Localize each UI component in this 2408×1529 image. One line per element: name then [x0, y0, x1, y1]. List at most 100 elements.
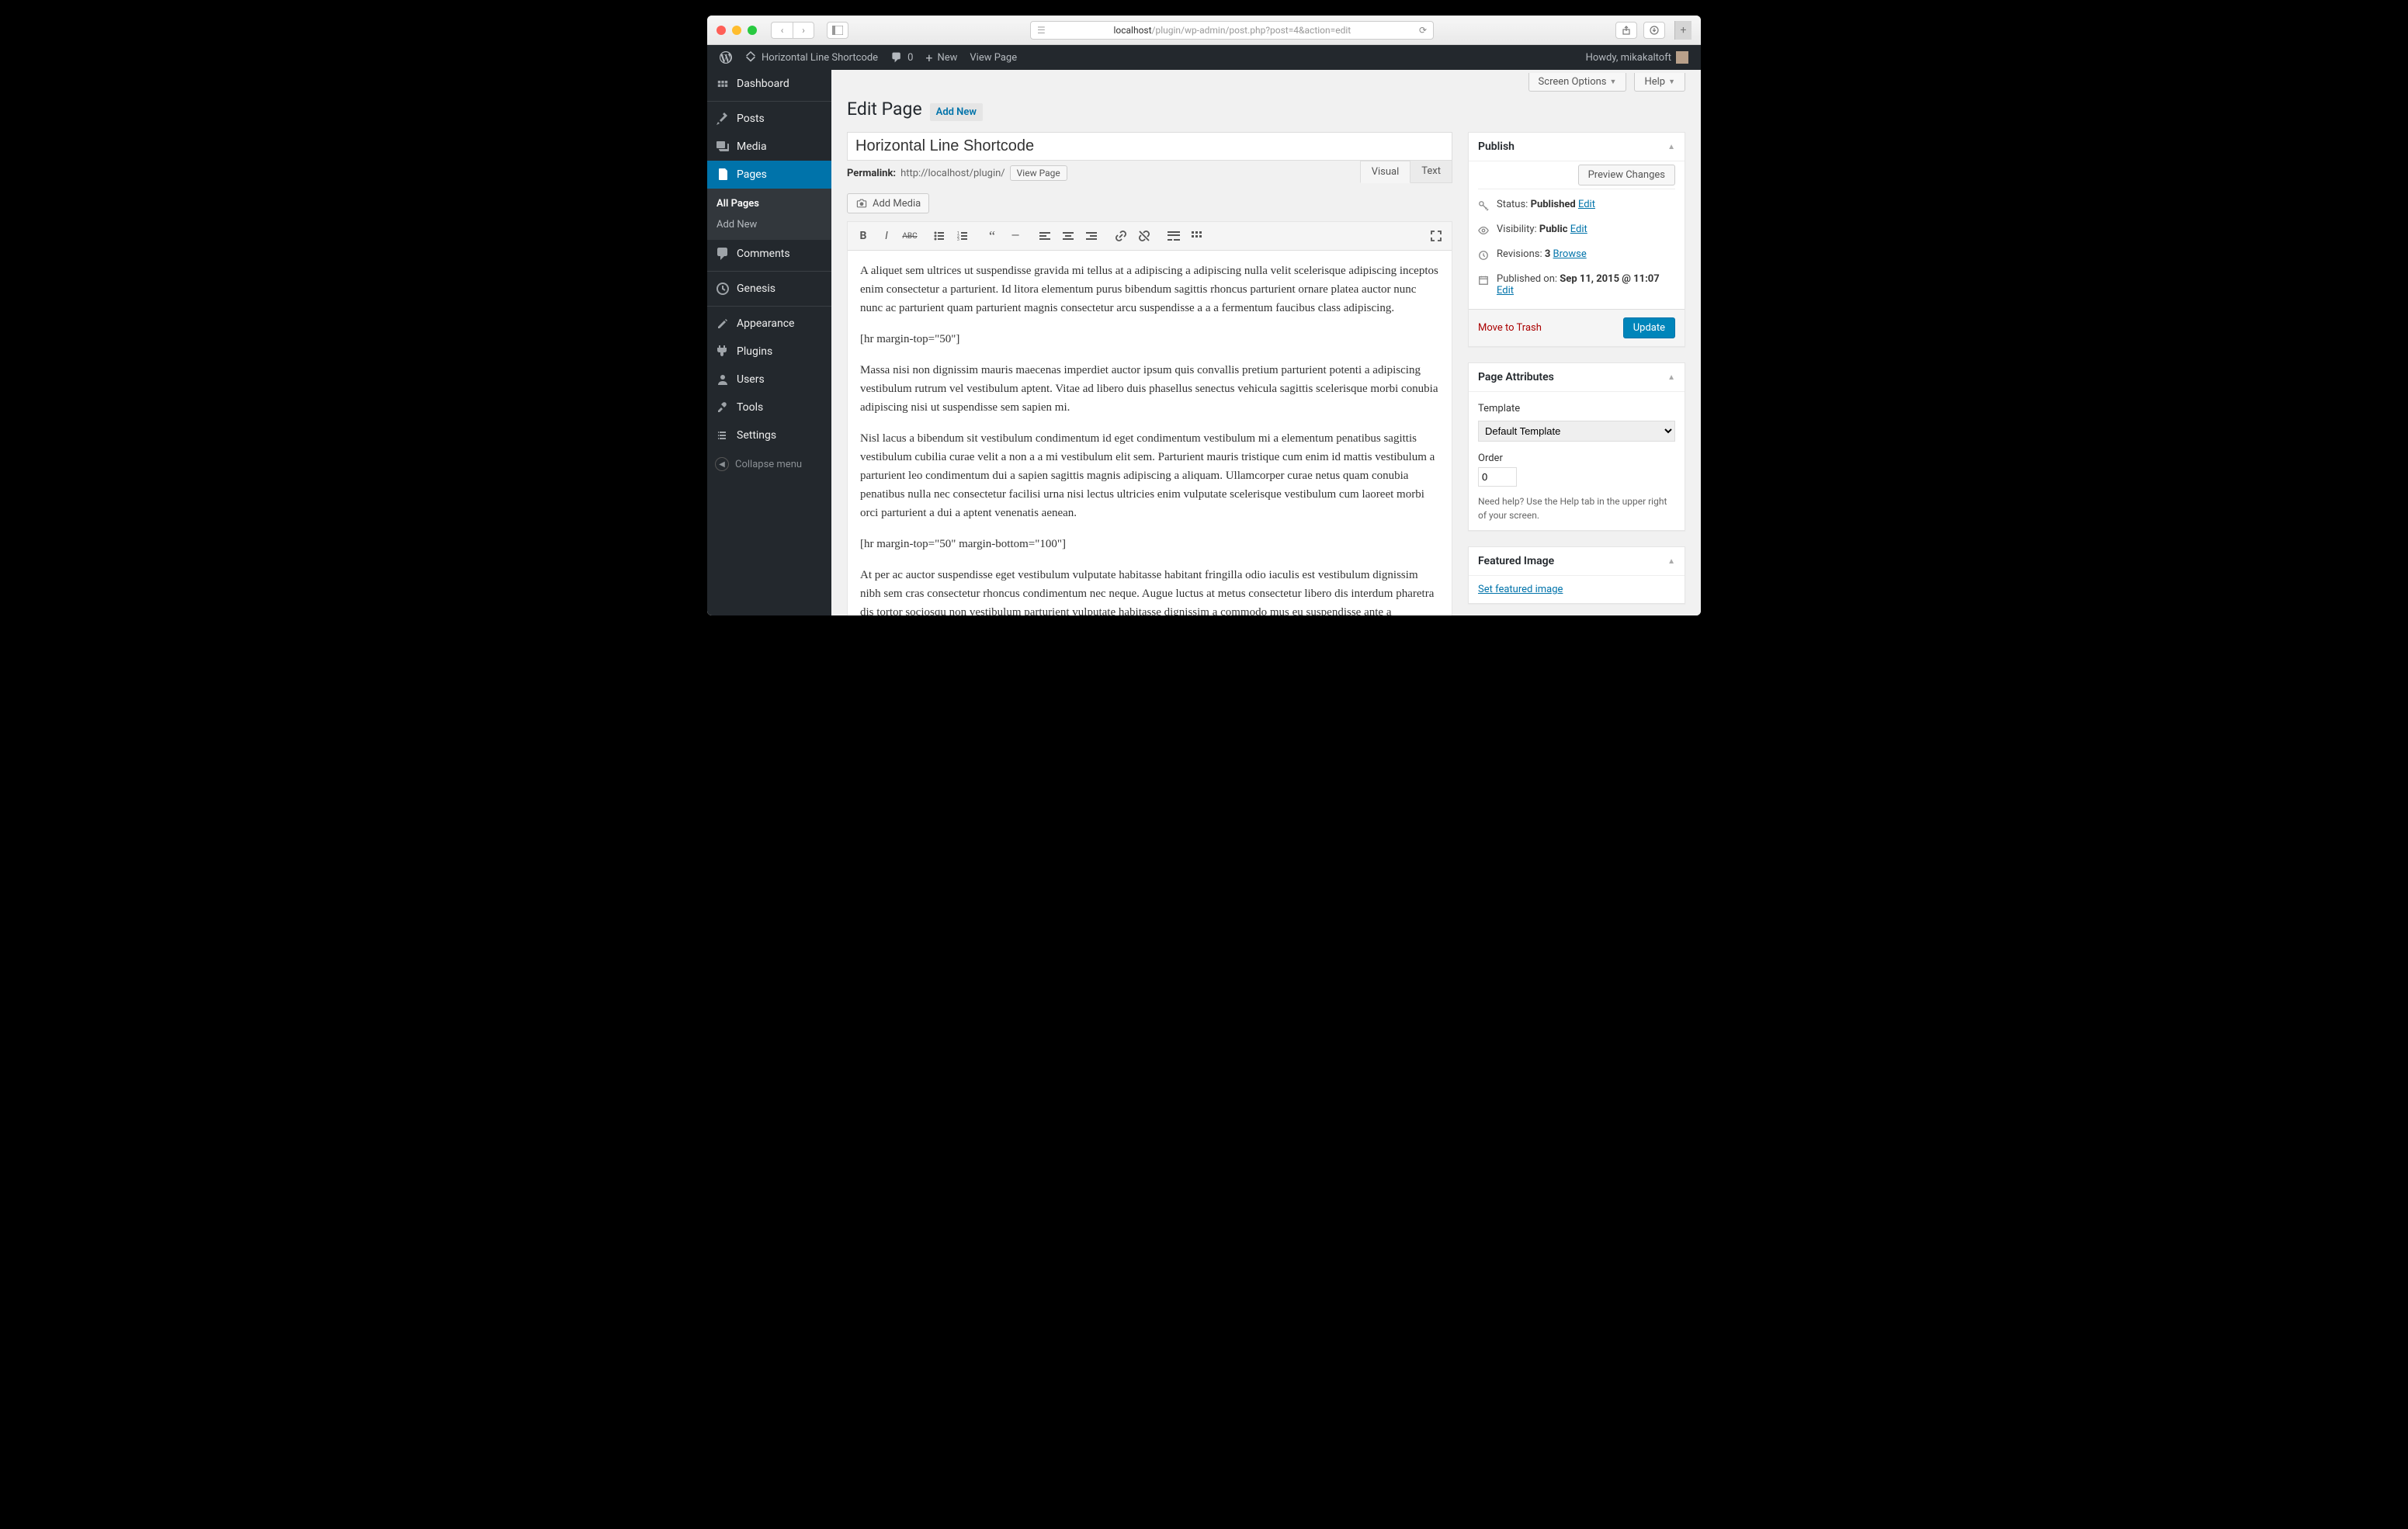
- browser-sidebar-toggle[interactable]: [827, 22, 848, 39]
- edit-status-link[interactable]: Edit: [1578, 199, 1595, 210]
- align-center-button[interactable]: [1057, 225, 1079, 247]
- editor-content[interactable]: A aliquet sem ultrices ut suspendisse gr…: [848, 251, 1452, 615]
- wp-logo[interactable]: [713, 45, 738, 70]
- new-content-link[interactable]: + New: [919, 45, 963, 70]
- camera-icon: [855, 197, 868, 210]
- wp-adminbar: Horizontal Line Shortcode 0 + New View P…: [707, 45, 1701, 70]
- menu-genesis[interactable]: Genesis: [707, 271, 831, 303]
- template-select[interactable]: Default Template: [1478, 421, 1675, 442]
- menu-label: Appearance: [737, 317, 794, 330]
- share-icon[interactable]: [1615, 22, 1637, 39]
- toolbar-toggle-button[interactable]: [1186, 225, 1208, 247]
- browse-revisions-link[interactable]: Browse: [1553, 248, 1587, 260]
- screen-options-toggle[interactable]: Screen Options▼: [1528, 73, 1627, 92]
- toggle-icon[interactable]: ▲: [1667, 557, 1675, 566]
- hr-button[interactable]: —: [1004, 225, 1026, 247]
- site-name-link[interactable]: Horizontal Line Shortcode: [738, 45, 884, 70]
- page-attributes-box: Page Attributes ▲ Template Default Templ…: [1468, 362, 1685, 531]
- tools-icon: [715, 400, 730, 415]
- set-featured-image-link[interactable]: Set featured image: [1478, 584, 1563, 595]
- avatar: [1676, 51, 1688, 64]
- more-button[interactable]: [1163, 225, 1185, 247]
- menu-comments[interactable]: Comments: [707, 240, 831, 268]
- browser-back[interactable]: ‹: [771, 22, 793, 39]
- ul-button[interactable]: [928, 225, 950, 247]
- unlink-button[interactable]: [1133, 225, 1155, 247]
- menu-media[interactable]: Media: [707, 133, 831, 161]
- editor-toolbar: B I ABC 123 “ —: [848, 222, 1452, 251]
- edit-date-link[interactable]: Edit: [1497, 285, 1514, 296]
- toggle-icon[interactable]: ▲: [1667, 373, 1675, 382]
- downloads-icon[interactable]: [1643, 22, 1665, 39]
- visual-tab[interactable]: Visual: [1360, 161, 1411, 183]
- menu-appearance[interactable]: Appearance: [707, 306, 831, 338]
- permalink-url: http://localhost/plugin/: [900, 168, 1005, 179]
- menu-plugins[interactable]: Plugins: [707, 338, 831, 366]
- edit-visibility-link[interactable]: Edit: [1570, 224, 1587, 235]
- add-new-page-button[interactable]: Add New: [930, 103, 983, 121]
- ol-button[interactable]: 123: [952, 225, 973, 247]
- collapse-icon: ◀: [715, 457, 729, 471]
- dashboard-icon: [715, 76, 730, 92]
- submenu-all-pages[interactable]: All Pages: [707, 193, 831, 214]
- link-button[interactable]: [1110, 225, 1132, 247]
- reader-icon[interactable]: ☰: [1037, 25, 1046, 36]
- strike-button[interactable]: ABC: [899, 225, 921, 247]
- post-title-input[interactable]: [847, 132, 1452, 161]
- menu-dashboard[interactable]: Dashboard: [707, 70, 831, 98]
- view-page-link[interactable]: View Page: [963, 45, 1023, 70]
- toggle-icon[interactable]: ▲: [1667, 143, 1675, 151]
- align-right-button[interactable]: [1081, 225, 1102, 247]
- media-icon: [715, 139, 730, 154]
- my-account[interactable]: Howdy, mikakaltoft: [1580, 45, 1695, 70]
- browser-forward[interactable]: ›: [793, 22, 814, 39]
- collapse-menu[interactable]: ◀ Collapse menu: [707, 449, 831, 479]
- comments-link[interactable]: 0: [884, 45, 919, 70]
- update-button[interactable]: Update: [1623, 317, 1675, 338]
- featured-title: Featured Image: [1478, 555, 1554, 567]
- window-close[interactable]: [717, 26, 726, 35]
- browser-url-bar[interactable]: ☰ localhost/plugin/wp-admin/post.php?pos…: [1030, 21, 1434, 40]
- italic-button[interactable]: I: [876, 225, 897, 247]
- menu-users[interactable]: Users: [707, 366, 831, 394]
- attributes-title: Page Attributes: [1478, 371, 1554, 383]
- submenu-add-new[interactable]: Add New: [707, 214, 831, 235]
- fullscreen-button[interactable]: [1425, 225, 1447, 247]
- publish-box: Publish ▲ Preview Changes Status: Publis…: [1468, 132, 1685, 347]
- add-media-button[interactable]: Add Media: [847, 193, 929, 213]
- featured-image-box: Featured Image ▲ Set featured image: [1468, 546, 1685, 604]
- comments-icon: [715, 246, 730, 262]
- menu-label: Posts: [737, 113, 765, 125]
- menu-settings[interactable]: Settings: [707, 421, 831, 449]
- eye-icon: [1478, 225, 1490, 239]
- content-paragraph: A aliquet sem ultrices ut suspendisse gr…: [860, 262, 1439, 317]
- content-paragraph: Nisl lacus a bibendum sit vestibulum con…: [860, 429, 1439, 522]
- new-tab-button[interactable]: +: [1674, 21, 1691, 40]
- key-icon: [1478, 200, 1490, 214]
- order-input[interactable]: [1478, 467, 1517, 487]
- text-tab[interactable]: Text: [1410, 160, 1452, 182]
- mac-titlebar: ‹ › ☰ localhost/plugin/wp-admin/post.php…: [707, 16, 1701, 45]
- template-label: Template: [1478, 400, 1675, 418]
- comments-count: 0: [907, 52, 913, 64]
- menu-label: Dashboard: [737, 78, 789, 90]
- view-page-button[interactable]: View Page: [1010, 165, 1067, 181]
- window-minimize[interactable]: [732, 26, 741, 35]
- attributes-help: Need help? Use the Help tab in the upper…: [1478, 494, 1675, 522]
- window-zoom[interactable]: [748, 26, 757, 35]
- quote-button[interactable]: “: [981, 225, 1003, 247]
- reload-icon[interactable]: ⟳: [1419, 25, 1427, 36]
- preview-button[interactable]: Preview Changes: [1578, 165, 1675, 185]
- menu-posts[interactable]: Posts: [707, 101, 831, 133]
- help-toggle[interactable]: Help▼: [1634, 73, 1685, 92]
- revisions-icon: [1478, 250, 1490, 264]
- pages-icon: [715, 167, 730, 182]
- menu-label: Pages: [737, 168, 767, 181]
- menu-tools[interactable]: Tools: [707, 394, 831, 421]
- howdy-text: Howdy, mikakaltoft: [1586, 52, 1671, 64]
- menu-pages[interactable]: Pages: [707, 161, 831, 189]
- move-to-trash[interactable]: Move to Trash: [1478, 322, 1542, 334]
- users-icon: [715, 372, 730, 387]
- bold-button[interactable]: B: [852, 225, 874, 247]
- align-left-button[interactable]: [1034, 225, 1056, 247]
